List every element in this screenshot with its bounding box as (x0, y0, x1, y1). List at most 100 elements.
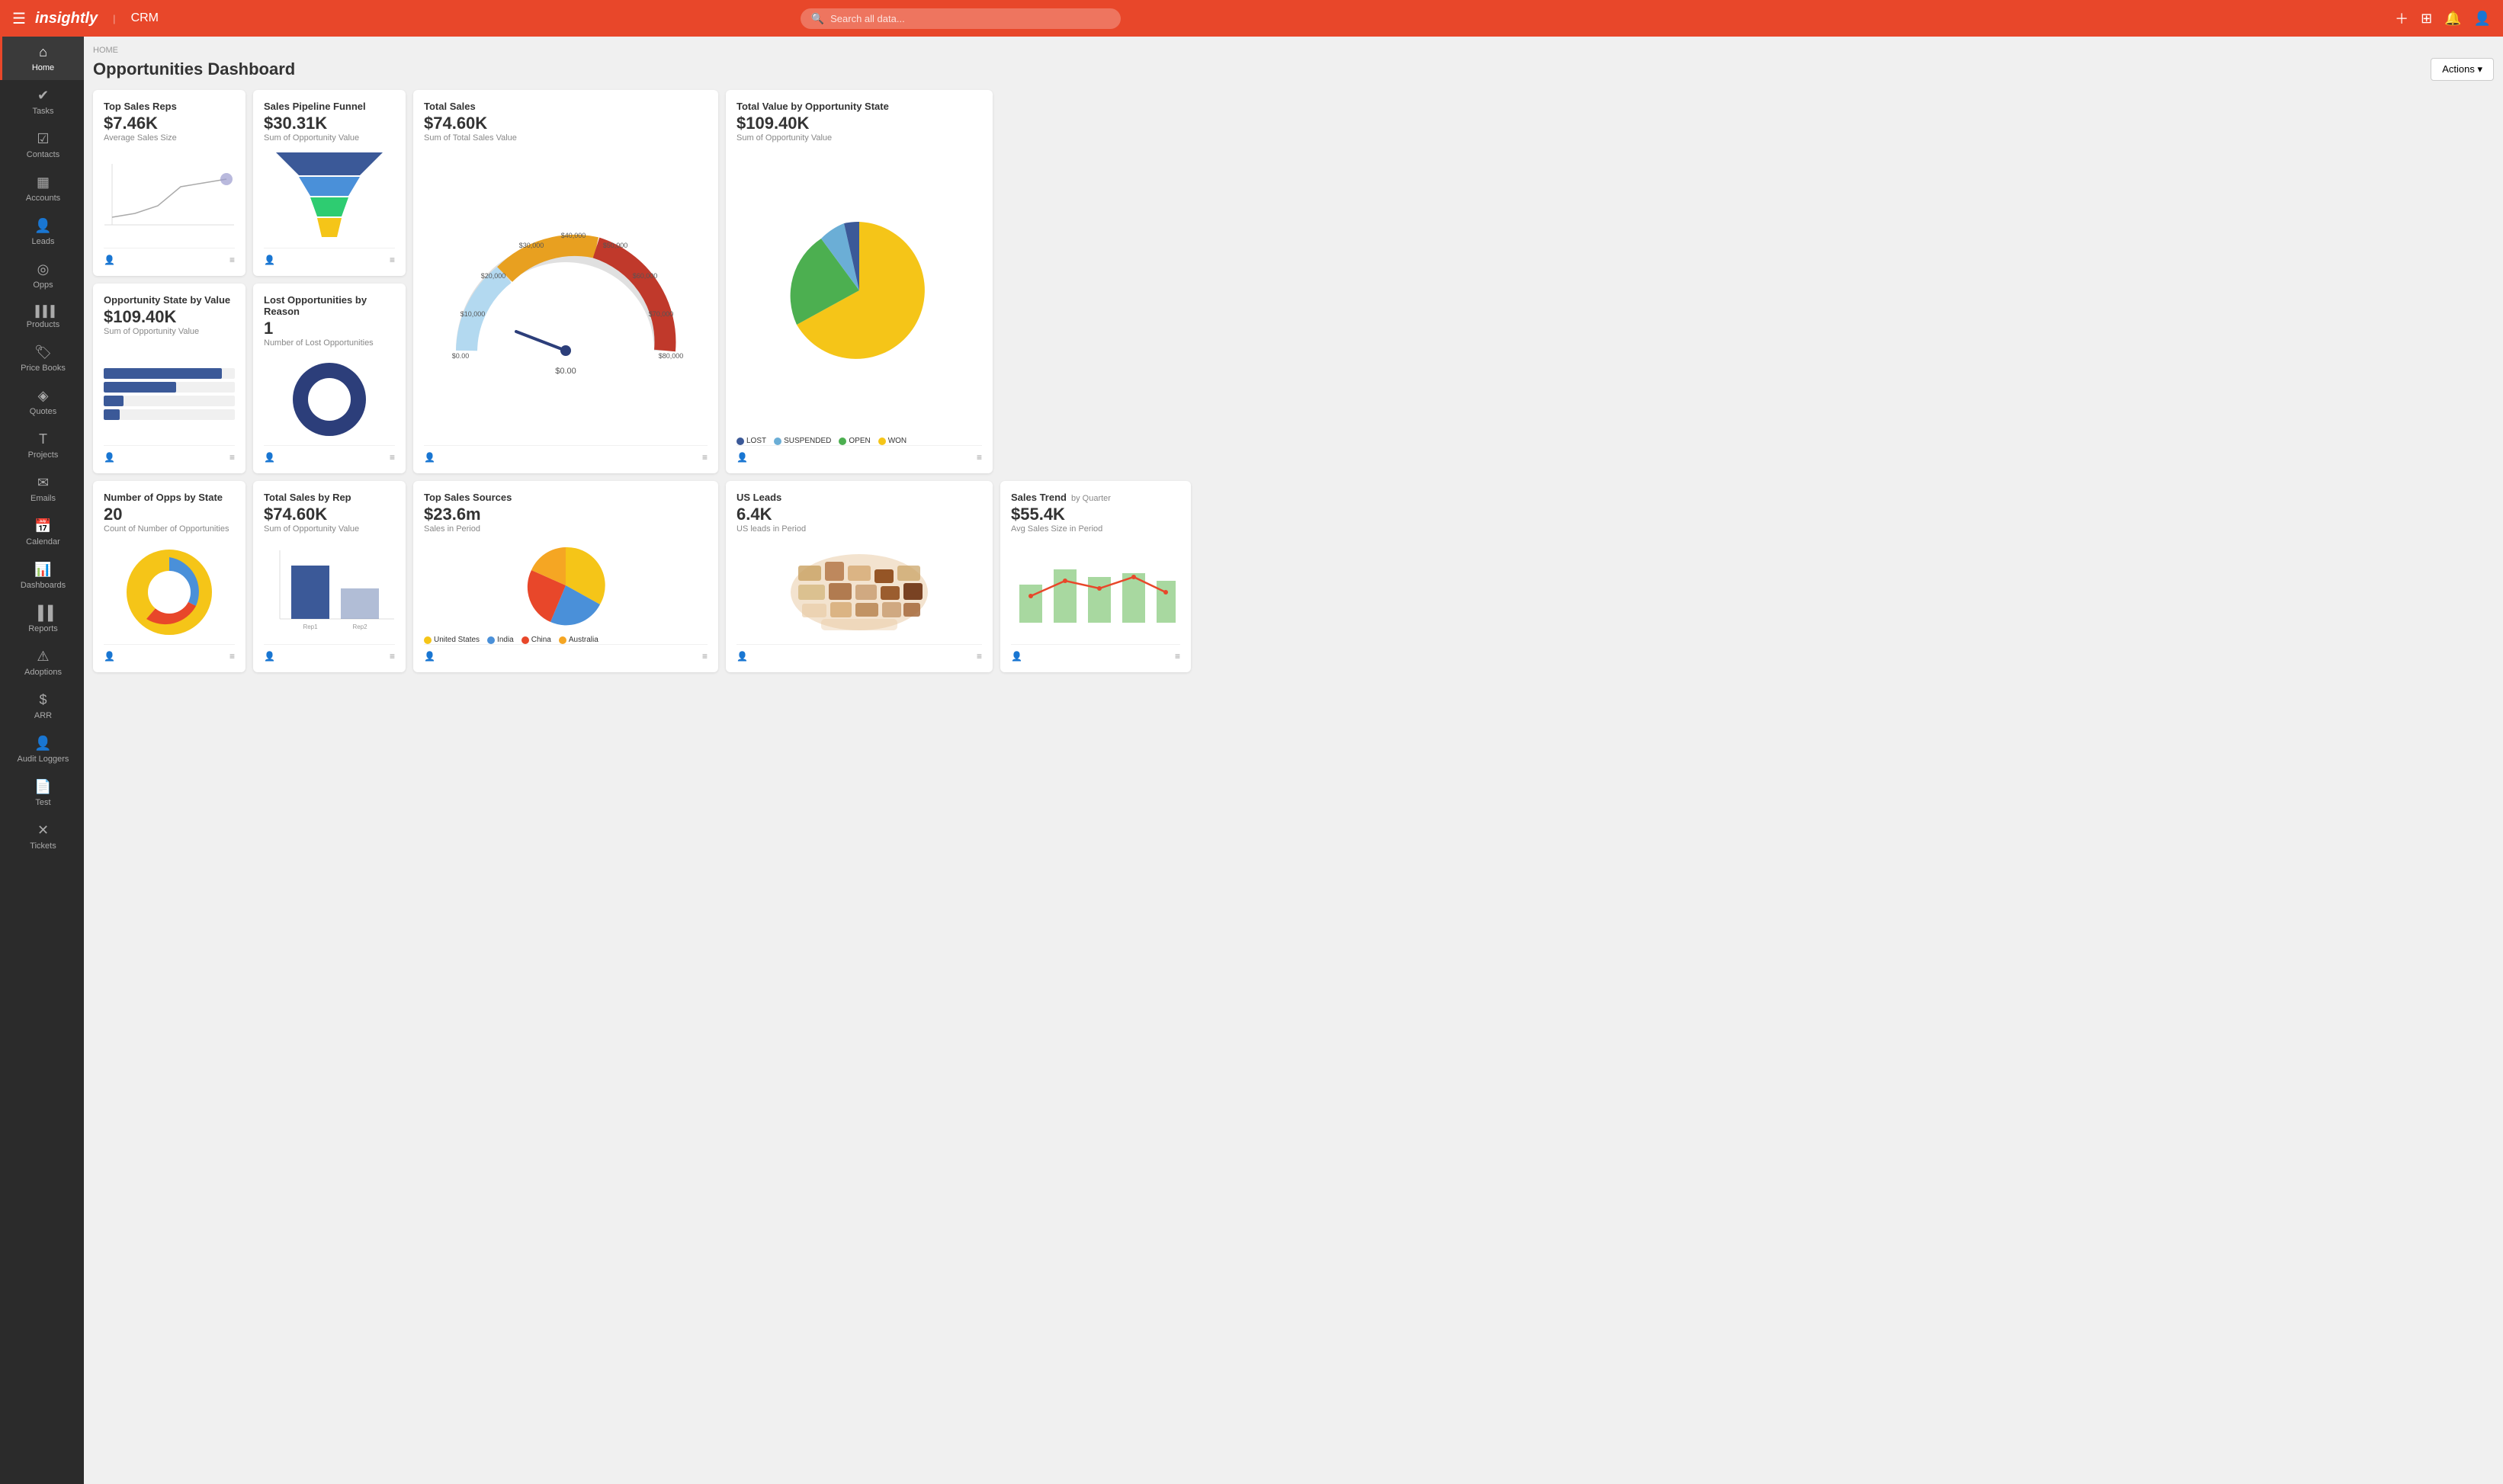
india-dot (487, 636, 495, 644)
search-icon: 🔍 (811, 12, 824, 25)
top-nav: ☰ insightly | CRM 🔍 ＋ ⊞ 🔔 👤 (0, 0, 2503, 37)
search-input[interactable] (830, 13, 1110, 24)
sidebar-item-reports[interactable]: ▐▐ Reports (0, 598, 84, 641)
list-icon-footer5: ≡ (229, 452, 235, 463)
us-label: United States (434, 636, 480, 644)
pricebooks-icon: 🏷 (34, 345, 52, 361)
grid-icon[interactable]: ⊞ (2421, 11, 2432, 27)
sidebar-item-emails[interactable]: ✉ Emails (0, 467, 84, 511)
total-by-rep-chart: Rep1 Rep2 (264, 540, 395, 644)
bar-row-won (104, 368, 235, 379)
card-total-sales: Total Sales $74.60K Sum of Total Sales V… (413, 90, 718, 473)
total-sales-title: Total Sales (424, 101, 708, 112)
svg-text:Rep1: Rep1 (303, 623, 318, 630)
sidebar-item-adoptions[interactable]: ⚠ Adoptions (0, 641, 84, 684)
page-title: Opportunities Dashboard (93, 59, 295, 79)
sidebar-label-reports: Reports (28, 624, 58, 633)
lost-opp-chart (264, 354, 395, 445)
user-icon-footer9: 👤 (424, 651, 435, 662)
opp-state-chart (104, 342, 235, 445)
sidebar-item-pricebooks[interactable]: 🏷 Price Books (0, 337, 84, 380)
top-sales-title: Top Sales Reps (104, 101, 235, 112)
num-opps-value: 20 (104, 505, 235, 524)
leads-icon: 👤 (34, 218, 51, 234)
open-dot (839, 438, 846, 445)
sidebar-item-opps[interactable]: ◎ Opps (0, 254, 84, 297)
add-icon[interactable]: ＋ (2395, 8, 2408, 28)
hamburger-icon[interactable]: ☰ (12, 9, 26, 28)
emails-icon: ✉ (37, 475, 49, 491)
sidebar-label-arr: ARR (34, 711, 52, 720)
accounts-icon: ▦ (37, 175, 50, 191)
top-sales-footer: 👤 ≡ (104, 248, 235, 265)
india-label: India (497, 636, 514, 644)
card-pipeline-funnel: Sales Pipeline Funnel $30.31K Sum of Opp… (253, 90, 406, 276)
sidebar-item-test[interactable]: 📄 Test (0, 771, 84, 815)
top-sources-chart (424, 540, 708, 631)
tickets-icon: ✕ (37, 822, 49, 838)
total-by-rep-subtitle: Sum of Opportunity Value (264, 524, 395, 534)
list-icon-footer7: ≡ (229, 651, 235, 662)
sidebar-item-dashboards[interactable]: 📊 Dashboards (0, 554, 84, 598)
dashboards-icon: 📊 (34, 562, 51, 578)
list-icon-footer9: ≡ (702, 651, 708, 662)
sidebar-label-products: Products (27, 320, 59, 329)
user-icon-footer: 👤 (104, 255, 115, 265)
card-top-sources: Top Sales Sources $23.6m Sales in Period… (413, 481, 718, 672)
svg-text:$70,000: $70,000 (649, 310, 674, 318)
dashboard-grid: Top Sales Reps $7.46K Average Sales Size… (93, 90, 2494, 672)
legend-suspended: SUSPENDED (774, 437, 831, 445)
sidebar-item-projects[interactable]: T Projects (0, 424, 84, 467)
opp-state-value: $109.40K (104, 307, 235, 327)
total-sales-subtitle: Sum of Total Sales Value (424, 133, 708, 143)
user-icon-footer7: 👤 (104, 651, 115, 662)
sidebar-item-home[interactable]: ⌂ Home (0, 37, 84, 80)
sidebar-item-leads[interactable]: 👤 Leads (0, 210, 84, 254)
bar-row-suspended (104, 409, 235, 420)
australia-label: Australia (569, 636, 598, 644)
bar-row-open (104, 382, 235, 393)
sidebar-item-audit[interactable]: 👤 Audit Loggers (0, 728, 84, 771)
products-icon: ▐▐▐ (32, 305, 55, 317)
audit-icon: 👤 (34, 736, 51, 752)
sidebar-label-leads: Leads (32, 237, 55, 246)
sidebar-item-products[interactable]: ▐▐▐ Products (0, 297, 84, 337)
lost-label: LOST (746, 437, 766, 445)
svg-text:Rep2: Rep2 (352, 623, 367, 630)
projects-icon: T (39, 431, 47, 447)
total-value-title: Total Value by Opportunity State (736, 101, 982, 112)
bar-row-lost (104, 396, 235, 406)
num-opps-chart (104, 540, 235, 644)
opp-state-footer: 👤 ≡ (104, 445, 235, 463)
search-bar[interactable]: 🔍 (801, 8, 1121, 29)
legend-us: United States (424, 636, 480, 644)
sidebar-item-calendar[interactable]: 📅 Calendar (0, 511, 84, 554)
user-icon-footer5: 👤 (104, 452, 115, 463)
svg-text:$60,000: $60,000 (633, 272, 658, 280)
sidebar-item-contacts[interactable]: ☑ Contacts (0, 123, 84, 167)
svg-text:$30,000: $30,000 (519, 242, 544, 249)
total-value-footer: 👤 ≡ (736, 445, 982, 463)
card-opp-state: Opportunity State by Value $109.40K Sum … (93, 284, 245, 473)
won-label: WON (888, 437, 907, 445)
reports-icon: ▐▐ (34, 605, 53, 621)
sidebar-label-opps: Opps (33, 280, 53, 290)
sidebar-item-quotes[interactable]: ◈ Quotes (0, 380, 84, 424)
sidebar-item-arr[interactable]: $ ARR (0, 684, 84, 728)
top-sources-footer: 👤 ≡ (424, 644, 708, 662)
legend-india: India (487, 636, 514, 644)
list-icon-footer6: ≡ (390, 452, 395, 463)
sidebar-item-tickets[interactable]: ✕ Tickets (0, 815, 84, 858)
card-total-value: Total Value by Opportunity State $109.40… (726, 90, 993, 473)
bell-icon[interactable]: 🔔 (2444, 11, 2461, 27)
pipeline-chart (264, 149, 395, 248)
top-sales-value: $7.46K (104, 114, 235, 133)
sidebar-item-tasks[interactable]: ✔ Tasks (0, 80, 84, 123)
user-icon[interactable]: 👤 (2474, 11, 2491, 27)
sidebar-label-audit: Audit Loggers (18, 755, 69, 764)
card-lost-opp: Lost Opportunities by Reason 1 Number of… (253, 284, 406, 473)
actions-button[interactable]: Actions ▾ (2431, 58, 2494, 81)
svg-text:$40,000: $40,000 (561, 232, 586, 239)
sidebar-item-accounts[interactable]: ▦ Accounts (0, 167, 84, 210)
brand-crm: CRM (131, 11, 159, 25)
